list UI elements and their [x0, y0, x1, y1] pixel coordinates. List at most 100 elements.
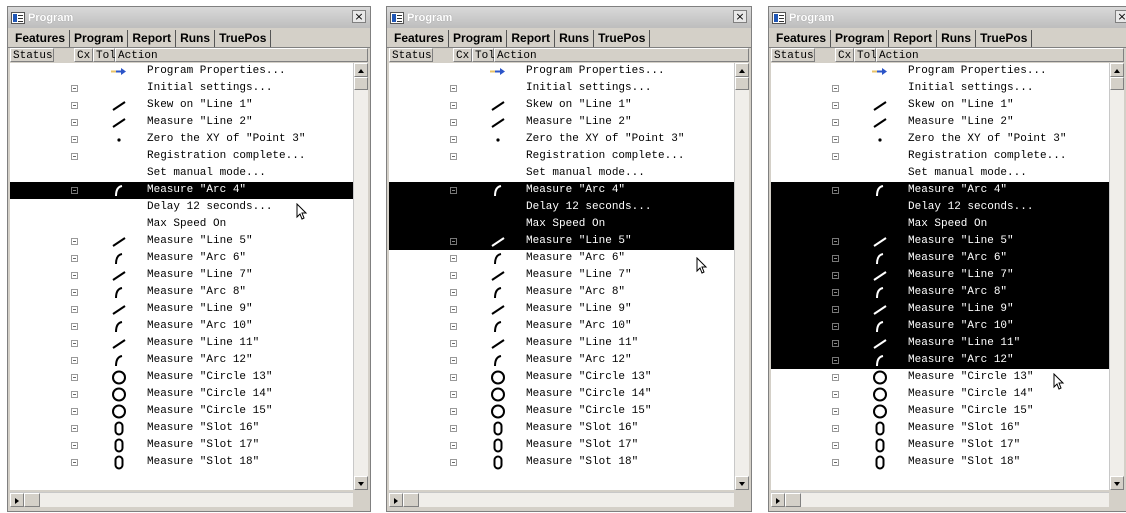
- expand-icon[interactable]: [71, 85, 78, 92]
- list-item[interactable]: Measure "Line 5": [771, 233, 1109, 250]
- expand-icon[interactable]: [832, 306, 839, 313]
- list-item[interactable]: Measure "Arc 12": [389, 352, 734, 369]
- scroll-thumb[interactable]: [354, 77, 368, 90]
- expand-icon[interactable]: [450, 340, 457, 347]
- horizontal-scrollbar[interactable]: [10, 492, 353, 507]
- expand-icon[interactable]: [71, 153, 78, 160]
- list-item[interactable]: Delay 12 seconds...: [389, 199, 734, 216]
- tab-report[interactable]: Report: [889, 30, 938, 47]
- list-item[interactable]: Measure "Line 11": [771, 335, 1109, 352]
- list-item[interactable]: Measure "Slot 16": [771, 420, 1109, 437]
- horizontal-scroll-thumb[interactable]: [403, 493, 419, 507]
- expand-icon[interactable]: [450, 442, 457, 449]
- column-header-status[interactable]: Status: [389, 48, 433, 62]
- tab-truepos[interactable]: TruePos: [976, 30, 1033, 47]
- list-item[interactable]: Measure "Arc 10": [389, 318, 734, 335]
- list-item[interactable]: Measure "Line 5": [389, 233, 734, 250]
- expand-icon[interactable]: [450, 272, 457, 279]
- horizontal-scrollbar[interactable]: [771, 492, 1109, 507]
- expand-icon[interactable]: [832, 187, 839, 194]
- tab-runs[interactable]: Runs: [555, 30, 595, 47]
- list-item[interactable]: Registration complete...: [10, 148, 353, 165]
- expand-icon[interactable]: [832, 340, 839, 347]
- expand-icon[interactable]: [450, 153, 457, 160]
- scroll-thumb[interactable]: [735, 77, 749, 90]
- tab-features[interactable]: Features: [772, 30, 832, 47]
- list-item[interactable]: Skew on "Line 1": [771, 97, 1109, 114]
- expand-icon[interactable]: [71, 374, 78, 381]
- tab-report[interactable]: Report: [128, 30, 177, 47]
- list-item[interactable]: Measure "Arc 6": [389, 250, 734, 267]
- expand-icon[interactable]: [71, 357, 78, 364]
- expand-icon[interactable]: [71, 306, 78, 313]
- tab-runs[interactable]: Runs: [176, 30, 216, 47]
- close-button[interactable]: ×: [733, 10, 747, 23]
- expand-icon[interactable]: [71, 119, 78, 126]
- expand-icon[interactable]: [450, 357, 457, 364]
- column-header-tol[interactable]: Tol: [472, 48, 495, 62]
- horizontal-scrollbar[interactable]: [389, 492, 734, 507]
- list-item[interactable]: Measure "Line 7": [389, 267, 734, 284]
- expand-icon[interactable]: [71, 323, 78, 330]
- expand-icon[interactable]: [832, 153, 839, 160]
- list-item[interactable]: Measure "Circle 15": [771, 403, 1109, 420]
- expand-icon[interactable]: [450, 459, 457, 466]
- expand-icon[interactable]: [832, 323, 839, 330]
- list-item[interactable]: Measure "Line 2": [10, 114, 353, 131]
- list-item[interactable]: Measure "Arc 4": [771, 182, 1109, 199]
- vertical-scrollbar[interactable]: [1109, 63, 1124, 490]
- expand-icon[interactable]: [832, 255, 839, 262]
- list-item[interactable]: Measure "Line 5": [10, 233, 353, 250]
- tab-program[interactable]: Program: [449, 30, 508, 47]
- expand-icon[interactable]: [832, 238, 839, 245]
- list-item[interactable]: Measure "Line 9": [389, 301, 734, 318]
- title-bar[interactable]: Program ×: [769, 7, 1126, 28]
- list-item[interactable]: Measure "Arc 4": [389, 182, 734, 199]
- list-item[interactable]: Measure "Arc 12": [10, 352, 353, 369]
- expand-icon[interactable]: [71, 272, 78, 279]
- scroll-right-arrow-icon[interactable]: [389, 493, 403, 507]
- expand-icon[interactable]: [450, 425, 457, 432]
- list-item[interactable]: Measure "Arc 6": [10, 250, 353, 267]
- list-item[interactable]: Registration complete...: [389, 148, 734, 165]
- horizontal-scroll-thumb[interactable]: [24, 493, 40, 507]
- expand-icon[interactable]: [71, 408, 78, 415]
- title-bar[interactable]: Program ×: [387, 7, 751, 28]
- list-item[interactable]: Skew on "Line 1": [10, 97, 353, 114]
- expand-icon[interactable]: [71, 459, 78, 466]
- expand-icon[interactable]: [71, 136, 78, 143]
- expand-icon[interactable]: [450, 238, 457, 245]
- expand-icon[interactable]: [832, 425, 839, 432]
- list-item[interactable]: Zero the XY of "Point 3": [771, 131, 1109, 148]
- list-item[interactable]: Initial settings...: [389, 80, 734, 97]
- scroll-down-arrow-icon[interactable]: [354, 476, 368, 490]
- list-item[interactable]: Set manual mode...: [389, 165, 734, 182]
- column-header-cx[interactable]: Cx: [835, 48, 854, 62]
- list-item[interactable]: Measure "Circle 15": [10, 403, 353, 420]
- expand-icon[interactable]: [71, 442, 78, 449]
- expand-icon[interactable]: [450, 289, 457, 296]
- list-item[interactable]: Skew on "Line 1": [389, 97, 734, 114]
- expand-icon[interactable]: [450, 187, 457, 194]
- list-item[interactable]: Measure "Arc 8": [771, 284, 1109, 301]
- list-item[interactable]: Initial settings...: [771, 80, 1109, 97]
- list-item[interactable]: Measure "Arc 8": [389, 284, 734, 301]
- list-item[interactable]: Program Properties...: [10, 63, 353, 80]
- scroll-right-arrow-icon[interactable]: [10, 493, 24, 507]
- scroll-down-arrow-icon[interactable]: [1110, 476, 1124, 490]
- column-header-tol[interactable]: Tol: [854, 48, 877, 62]
- scroll-up-arrow-icon[interactable]: [354, 63, 368, 77]
- list-item[interactable]: Measure "Arc 12": [771, 352, 1109, 369]
- close-button[interactable]: ×: [352, 10, 366, 23]
- list-item[interactable]: Measure "Slot 16": [10, 420, 353, 437]
- expand-icon[interactable]: [832, 85, 839, 92]
- expand-icon[interactable]: [832, 119, 839, 126]
- vertical-scrollbar[interactable]: [734, 63, 749, 490]
- expand-icon[interactable]: [832, 408, 839, 415]
- list-item[interactable]: Measure "Line 2": [771, 114, 1109, 131]
- expand-icon[interactable]: [832, 459, 839, 466]
- column-header-cx[interactable]: Cx: [74, 48, 93, 62]
- expand-icon[interactable]: [450, 136, 457, 143]
- list-item[interactable]: Set manual mode...: [771, 165, 1109, 182]
- expand-icon[interactable]: [832, 442, 839, 449]
